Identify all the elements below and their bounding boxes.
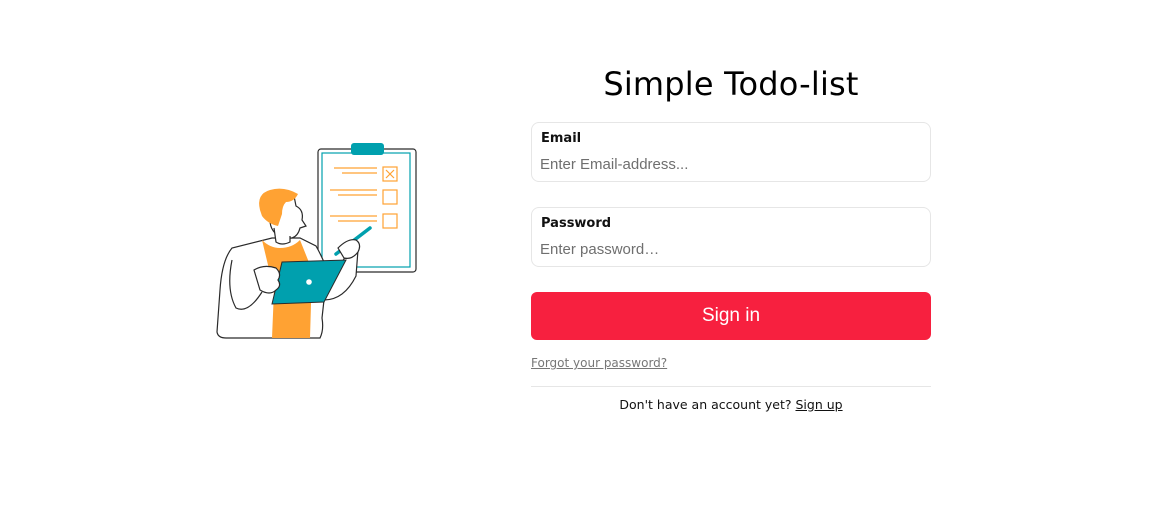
email-label: Email [541,131,582,146]
signup-prompt: Don't have an account yet? [619,397,796,412]
sign-up-link[interactable]: Sign up [795,397,842,412]
signup-row: Don't have an account yet? Sign up [531,397,931,412]
email-field[interactable]: Email [531,122,931,182]
page-title: Simple Todo-list [603,65,859,103]
password-field[interactable]: Password [531,207,931,267]
forgot-password-link[interactable]: Forgot your password? [531,356,667,370]
divider [531,386,931,387]
password-label: Password [541,216,612,231]
sign-in-button[interactable]: Sign in [531,292,931,340]
person-with-checklist-illustration [212,140,422,342]
email-input[interactable] [540,153,920,175]
password-input[interactable] [540,238,920,260]
login-page: Simple Todo-list Email Password Sign in … [0,0,1174,505]
